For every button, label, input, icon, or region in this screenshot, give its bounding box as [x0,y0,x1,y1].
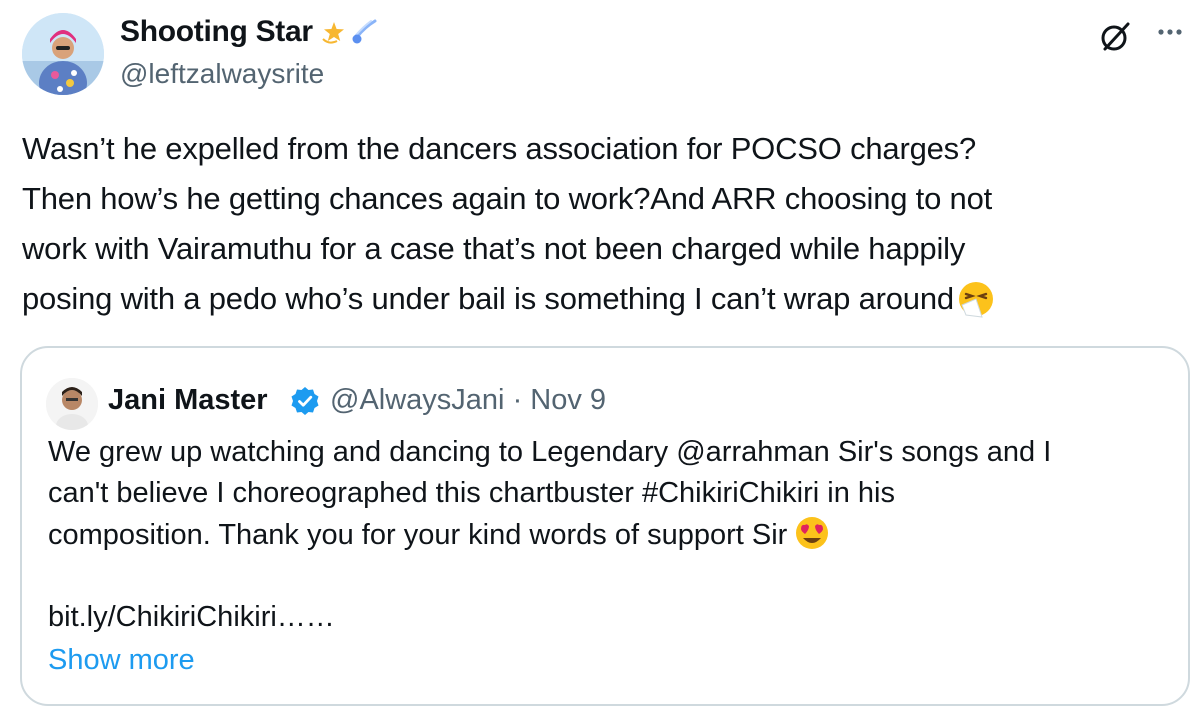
quoted-text-line: composition. Thank you for your kind wor… [48,514,1168,556]
tweet-text-line: work with Vairamuthu for a case that’s n… [22,231,966,266]
quoted-tweet[interactable]: Jani Master @AlwaysJani · Nov 9 We grew … [20,346,1190,706]
quoted-link[interactable]: bit.ly/ChikiriChikiri…… [48,597,1168,638]
quoted-author-name[interactable]: Jani Master [108,382,268,418]
quoted-text: We grew up watching and dancing to Legen… [48,432,1168,638]
quoted-author-avatar[interactable] [46,378,98,430]
author-name-row: Shooting Star [120,14,377,50]
tweet-text-line: Wasn’t he expelled from the dancers asso… [22,131,977,166]
quoted-meta: @AlwaysJani · Nov 9 [330,382,606,418]
verified-badge-icon [290,386,320,416]
quoted-handle[interactable]: @AlwaysJani [330,384,505,416]
author-display-name[interactable]: Shooting Star [120,14,313,50]
author-avatar[interactable] [22,13,104,95]
sneezing-face-icon [956,279,996,319]
comet-icon [351,19,377,45]
tweet-text-line: Then how’s he getting chances again to w… [22,181,993,216]
meta-separator: · [512,384,523,416]
quoted-text-blank-line [48,556,1168,597]
tweet-text-line: posing with a pedo who’s under bail is s… [22,274,1182,324]
tweet-text-line-content: posing with a pedo who’s under bail is s… [22,281,954,316]
quoted-text-line-content: composition. Thank you for your kind wor… [48,519,788,551]
tweet-text: Wasn’t he expelled from the dancers asso… [22,124,1182,324]
quoted-date[interactable]: Nov 9 [530,384,606,416]
tweet-card: Shooting Star @leftzalwaysrite Wasn’t he… [0,0,1200,706]
dizzy-star-icon [321,19,347,45]
quoted-text-line: can't believe I choreographed this chart… [48,477,895,509]
heart-eyes-icon [793,514,831,552]
quoted-text-line: We grew up watching and dancing to Legen… [48,436,1052,468]
show-more-link[interactable]: Show more [48,640,195,680]
grok-icon[interactable] [1097,18,1135,56]
more-options-icon[interactable] [1153,18,1187,52]
author-handle[interactable]: @leftzalwaysrite [120,57,324,91]
